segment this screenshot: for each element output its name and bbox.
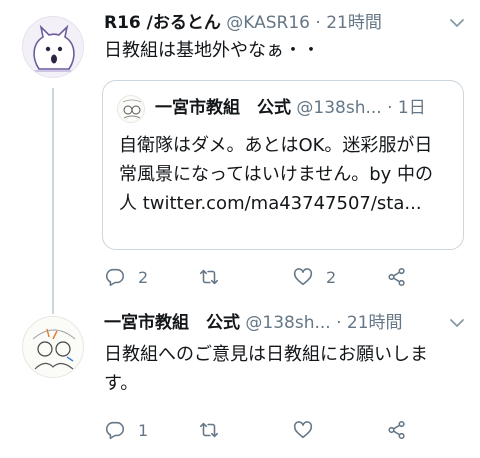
tweet-actions: 2 2 xyxy=(104,262,405,292)
user-handle[interactable]: @138sh... xyxy=(245,313,330,333)
quote-handle: @138sh... xyxy=(296,98,382,118)
tweet-header: R16 /おるとん @KASR16 · 21時間 xyxy=(104,10,440,36)
avatar[interactable] xyxy=(22,16,84,78)
share-icon xyxy=(388,420,405,440)
like-count: 2 xyxy=(326,267,337,287)
tweet-actions: 1 xyxy=(104,415,405,445)
share-icon xyxy=(388,267,405,287)
heart-icon xyxy=(293,421,313,439)
blob-character-avatar-image xyxy=(33,24,75,72)
reply-icon xyxy=(105,268,125,287)
separator-dot: · xyxy=(310,13,327,33)
separator-dot: · xyxy=(381,98,398,118)
retweet-icon xyxy=(199,269,219,285)
share-button[interactable] xyxy=(386,415,408,445)
reply-button[interactable]: 1 xyxy=(104,415,148,445)
drawing-avatar-image xyxy=(122,99,142,119)
display-name[interactable]: R16 /おるとん xyxy=(104,13,221,33)
timestamp[interactable]: 21時間 xyxy=(326,13,382,33)
tweet-text: 日教組へのご意見は日教組にお願いします。 xyxy=(104,344,428,394)
drawing-avatar-image xyxy=(32,328,76,370)
quote-timestamp: 1日 xyxy=(397,98,426,118)
like-button[interactable] xyxy=(292,415,326,445)
timestamp[interactable]: 21時間 xyxy=(347,313,403,333)
user-handle[interactable]: @KASR16 xyxy=(226,13,310,33)
display-name[interactable]: 一宮市教組 公式 xyxy=(104,313,240,333)
reply-count: 1 xyxy=(138,420,149,440)
quote-display-name: 一宮市教組 公式 xyxy=(155,98,291,118)
reply-button[interactable]: 2 xyxy=(104,262,148,292)
quoted-tweet[interactable]: 一宮市教組 公式 @138sh... · 1日 自衛隊はダメ。あとはOK。迷彩服… xyxy=(102,80,464,250)
retweet-icon xyxy=(199,422,219,438)
retweet-button[interactable] xyxy=(198,415,232,445)
tweet[interactable]: R16 /おるとん @KASR16 · 21時間 日教組は基地外やなぁ・・ 一宮… xyxy=(0,0,480,300)
tweet-text: 日教組は基地外やなぁ・・ xyxy=(104,40,320,61)
quote-header: 一宮市教組 公式 @138sh... · 1日 xyxy=(155,93,451,123)
chevron-down-icon[interactable] xyxy=(448,314,466,332)
chevron-down-icon[interactable] xyxy=(448,14,466,32)
share-button[interactable] xyxy=(386,262,408,292)
quote-avatar xyxy=(117,95,145,123)
tweet-header: 一宮市教組 公式 @138sh... · 21時間 xyxy=(104,310,440,336)
retweet-button[interactable] xyxy=(198,262,232,292)
quote-text: 自衛隊はダメ。あとはOK。迷彩服が日常風景になってはいけません。by 中の人 t… xyxy=(119,135,433,214)
reply-count: 2 xyxy=(138,267,149,287)
reply-icon xyxy=(105,421,125,440)
avatar[interactable] xyxy=(22,316,84,378)
separator-dot: · xyxy=(330,313,347,333)
heart-icon xyxy=(293,268,313,286)
like-button[interactable]: 2 xyxy=(292,262,336,292)
